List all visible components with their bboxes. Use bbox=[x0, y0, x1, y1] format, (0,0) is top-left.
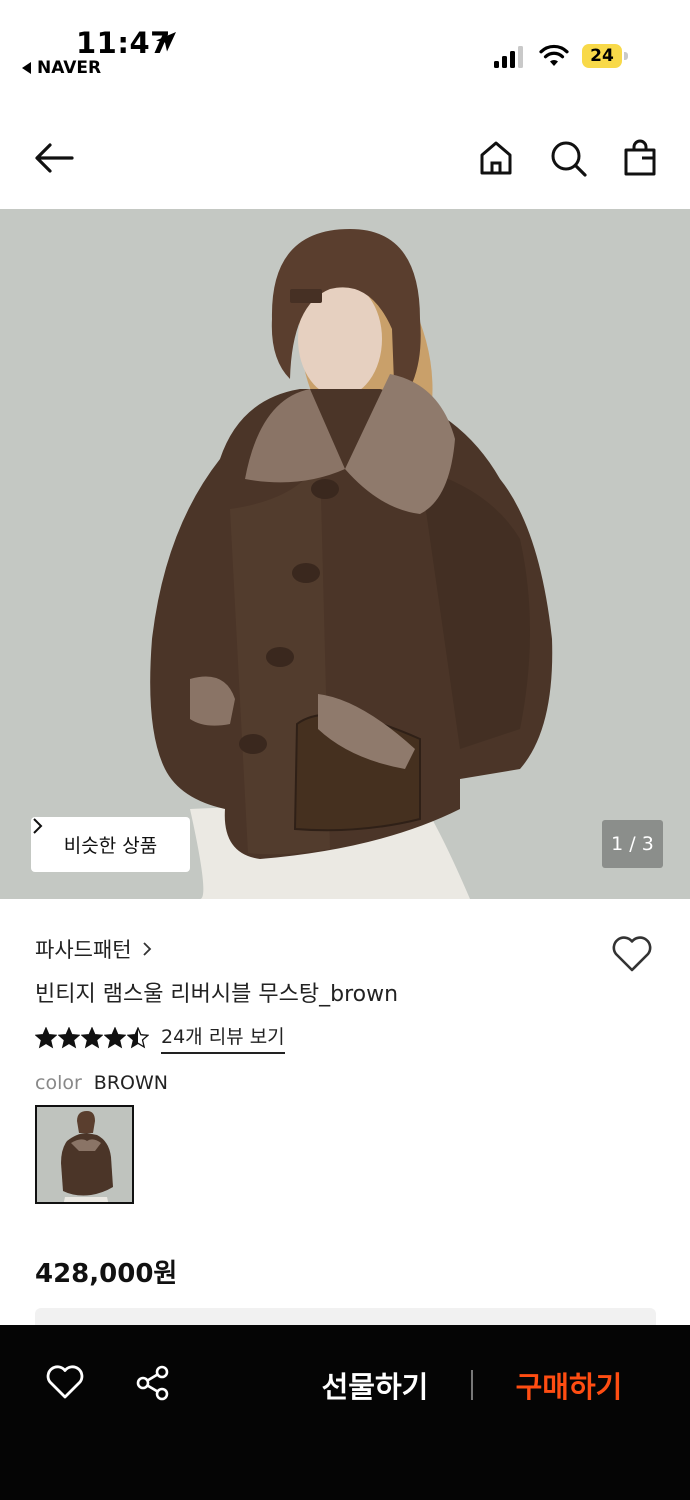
swatch-thumbnail bbox=[37, 1107, 132, 1202]
chevron-right-icon bbox=[142, 942, 151, 956]
brand-link[interactable]: 파사드패턴 bbox=[35, 934, 152, 964]
back-app-label: NAVER bbox=[37, 58, 102, 78]
bottom-action-bar: 선물하기 구매하기 bbox=[0, 1325, 690, 1500]
option-value: BROWN bbox=[93, 1072, 168, 1094]
product-image-gallery[interactable]: 비슷한 상품 1 / 3 bbox=[0, 209, 690, 899]
back-triangle-icon bbox=[22, 62, 31, 74]
star-icon bbox=[35, 1027, 57, 1049]
color-option-row: color BROWN bbox=[35, 1072, 168, 1094]
star-icon bbox=[127, 1027, 149, 1049]
heart-icon[interactable] bbox=[610, 934, 654, 974]
search-icon[interactable] bbox=[546, 136, 590, 180]
signal-icon bbox=[494, 46, 523, 68]
review-link[interactable]: 24개 리뷰 보기 bbox=[161, 1022, 285, 1054]
rating-row: 24개 리뷰 보기 bbox=[35, 1022, 285, 1054]
brand-name: 파사드패턴 bbox=[35, 938, 132, 962]
gift-button[interactable]: 선물하기 bbox=[300, 1363, 450, 1407]
similar-products-button[interactable]: 비슷한 상품 bbox=[31, 817, 190, 872]
battery-icon: 24 bbox=[582, 44, 628, 68]
star-icon bbox=[58, 1027, 80, 1049]
heart-icon[interactable] bbox=[45, 1363, 85, 1403]
wifi-icon bbox=[539, 44, 569, 66]
chevron-right-icon bbox=[33, 818, 43, 834]
product-price: 428,000원 bbox=[35, 1259, 178, 1289]
product-photo bbox=[0, 209, 690, 899]
location-arrow-icon bbox=[156, 32, 176, 52]
image-page-indicator: 1 / 3 bbox=[602, 820, 663, 868]
color-swatch-brown[interactable] bbox=[35, 1105, 134, 1204]
share-icon[interactable] bbox=[133, 1363, 173, 1403]
home-icon[interactable] bbox=[474, 136, 518, 180]
battery-level: 24 bbox=[582, 44, 622, 68]
similar-products-label: 비슷한 상품 bbox=[63, 835, 158, 857]
buy-button[interactable]: 구매하기 bbox=[494, 1363, 644, 1407]
product-name: 빈티지 램스울 리버시블 무스탕_brown bbox=[35, 982, 399, 1007]
nav-bar bbox=[0, 120, 690, 198]
battery-tip bbox=[624, 52, 628, 60]
shopping-bag-icon[interactable] bbox=[618, 136, 662, 180]
rating-stars bbox=[35, 1027, 149, 1049]
back-arrow-icon[interactable] bbox=[32, 136, 76, 180]
star-icon bbox=[104, 1027, 126, 1049]
star-icon bbox=[81, 1027, 103, 1049]
status-bar: 11:47 NAVER 24 bbox=[0, 0, 690, 96]
divider bbox=[471, 1370, 473, 1400]
option-label: color bbox=[35, 1072, 82, 1094]
back-to-app-button[interactable]: NAVER bbox=[22, 58, 101, 78]
